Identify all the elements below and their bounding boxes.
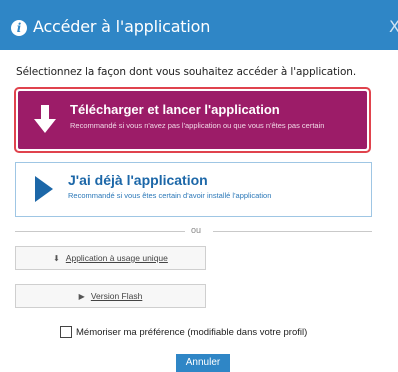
divider-or-label: ou — [191, 225, 202, 235]
access-app-dialog: i Accéder à l'application X Sélectionnez… — [0, 0, 398, 372]
dialog-header: i Accéder à l'application X — [0, 0, 398, 50]
divider-line-left — [15, 231, 185, 232]
download-arrow-icon: ⬇ — [53, 254, 60, 263]
flash-version-button[interactable]: ▶ Version Flash — [15, 284, 206, 308]
download-and-launch-option[interactable]: Télécharger et lancer l'application Reco… — [14, 87, 371, 153]
download-option-panel[interactable]: Télécharger et lancer l'application Reco… — [18, 91, 367, 149]
remember-preference[interactable]: Mémoriser ma préférence (modifiable dans… — [60, 326, 307, 338]
close-icon[interactable]: X — [389, 17, 398, 36]
info-icon: i — [11, 20, 27, 36]
download-option-title: Télécharger et lancer l'application — [70, 102, 280, 117]
flash-version-label: Version Flash — [90, 291, 143, 301]
cancel-button[interactable]: Annuler — [176, 354, 230, 372]
download-option-subtitle: Recommandé si vous n'avez pas l'applicat… — [70, 121, 325, 130]
existing-option-title: J'ai déjà l'application — [68, 172, 208, 188]
single-use-app-button[interactable]: ⬇ Application à usage unique — [15, 246, 206, 270]
divider-line-right — [213, 231, 372, 232]
play-icon: ▶ — [78, 292, 85, 301]
existing-option-subtitle: Recommandé si vous êtes certain d'avoir … — [68, 191, 272, 200]
remember-preference-checkbox[interactable] — [60, 326, 72, 338]
already-have-app-option[interactable]: J'ai déjà l'application Recommandé si vo… — [15, 162, 372, 217]
download-arrow-icon — [34, 105, 56, 133]
dialog-title: Accéder à l'application — [33, 17, 211, 36]
remember-preference-label: Mémoriser ma préférence (modifiable dans… — [76, 326, 308, 338]
single-use-app-label: Application à usage unique — [65, 253, 168, 263]
instruction-text: Sélectionnez la façon dont vous souhaite… — [16, 66, 357, 78]
play-icon — [35, 176, 53, 202]
